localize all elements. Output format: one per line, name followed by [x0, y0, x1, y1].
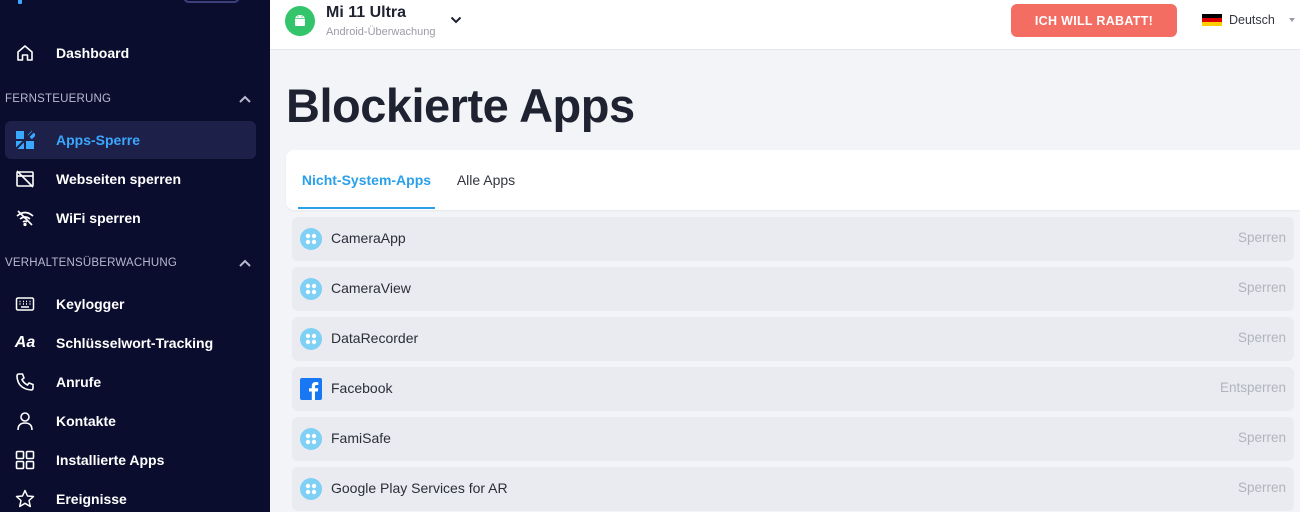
section-verhaltensueberwachung[interactable]: VERHALTENSÜBERWACHUNG — [5, 253, 255, 273]
sidebar-top-button[interactable] — [183, 0, 240, 3]
page-title: Blockierte Apps — [286, 79, 635, 132]
app-block-icon — [15, 130, 35, 150]
caret-down-icon — [1288, 18, 1295, 22]
star-icon — [15, 489, 35, 509]
sidebar: Dashboard FERNSTEUERUNG Apps-Sperre Webs… — [0, 0, 270, 512]
sidebar-item-label: Ereignisse — [56, 491, 127, 507]
grid-icon — [15, 450, 35, 470]
wifi-off-icon — [15, 208, 35, 228]
sidebar-item-webseiten-sperren[interactable]: Webseiten sperren — [5, 160, 256, 198]
sidebar-item-schluesselwort-tracking[interactable]: Aa Schlüsselwort-Tracking — [5, 324, 256, 362]
web-block-icon — [15, 169, 35, 189]
sidebar-item-label: Dashboard — [56, 45, 130, 61]
text-aa-icon: Aa — [14, 334, 36, 351]
sidebar-item-kontakte[interactable]: Kontakte — [5, 402, 256, 440]
android-icon — [285, 6, 315, 36]
app-row: CameraApp Sperren — [292, 217, 1294, 261]
phone-icon — [15, 372, 35, 392]
facebook-icon — [300, 378, 322, 400]
sidebar-item-ereignisse[interactable]: Ereignisse — [5, 480, 256, 512]
keyboard-icon — [15, 294, 35, 314]
entsperren-button[interactable]: Entsperren — [1220, 380, 1286, 395]
sperren-button[interactable]: Sperren — [1238, 230, 1286, 245]
app-row: CameraView Sperren — [292, 267, 1294, 311]
home-icon — [15, 43, 35, 63]
logo-mark — [18, 0, 22, 4]
sperren-button[interactable]: Sperren — [1238, 330, 1286, 345]
app-name: CameraApp — [331, 230, 406, 246]
sidebar-item-label: Keylogger — [56, 296, 125, 312]
generic-app-icon — [300, 478, 322, 500]
app-row: DataRecorder Sperren — [292, 317, 1294, 361]
sidebar-item-label: Schlüsselwort-Tracking — [56, 335, 214, 351]
sidebar-item-keylogger[interactable]: Keylogger — [5, 285, 256, 323]
sidebar-item-label: WiFi sperren — [56, 210, 141, 226]
tab-alle-apps[interactable]: Alle Apps — [446, 150, 526, 210]
section-label: VERHALTENSÜBERWACHUNG — [5, 257, 178, 269]
app-name: CameraView — [331, 280, 411, 296]
language-selector[interactable]: Deutsch — [1202, 10, 1295, 30]
device-name: Mi 11 Ultra — [326, 4, 407, 21]
section-label: FERNSTEUERUNG — [5, 93, 112, 105]
sidebar-item-wifi-sperren[interactable]: WiFi sperren — [5, 199, 256, 237]
active-tab-indicator — [298, 207, 435, 209]
german-flag-icon — [1202, 13, 1222, 27]
chevron-down-icon[interactable] — [446, 10, 466, 30]
app-name: FamiSafe — [331, 430, 391, 446]
sperren-button[interactable]: Sperren — [1238, 480, 1286, 495]
app-name: Google Play Services for AR — [331, 480, 508, 496]
sidebar-item-label: Webseiten sperren — [56, 171, 182, 187]
person-icon — [15, 411, 35, 431]
app-row: Facebook Entsperren — [292, 367, 1294, 411]
generic-app-icon — [300, 328, 322, 350]
device-subtitle: Android-Überwachung — [326, 26, 436, 38]
chevron-up-icon — [235, 89, 255, 109]
sperren-button[interactable]: Sperren — [1238, 430, 1286, 445]
tab-nicht-system-apps[interactable]: Nicht-System-Apps — [298, 150, 435, 210]
language-label: Deutsch — [1229, 13, 1275, 27]
sperren-button[interactable]: Sperren — [1238, 280, 1286, 295]
app-name: DataRecorder — [331, 330, 419, 346]
sidebar-item-anrufe[interactable]: Anrufe — [5, 363, 256, 401]
generic-app-icon — [300, 428, 322, 450]
sidebar-item-label: Installierte Apps — [56, 452, 165, 468]
sidebar-item-dashboard[interactable]: Dashboard — [5, 34, 256, 72]
generic-app-icon — [300, 228, 322, 250]
app-row: Google Play Services for AR Sperren — [292, 467, 1294, 511]
tabs-card: Nicht-System-Apps Alle Apps — [286, 150, 1300, 210]
sidebar-item-installierte-apps[interactable]: Installierte Apps — [5, 441, 256, 479]
chevron-up-icon — [235, 253, 255, 273]
sidebar-item-label: Apps-Sperre — [56, 132, 141, 148]
sidebar-item-label: Kontakte — [56, 413, 116, 429]
generic-app-icon — [300, 278, 322, 300]
section-fernsteuerung[interactable]: FERNSTEUERUNG — [5, 89, 255, 109]
sidebar-item-apps-sperre[interactable]: Apps-Sperre — [5, 121, 256, 159]
sidebar-item-label: Anrufe — [56, 374, 102, 390]
rebate-button[interactable]: ICH WILL RABATT! — [1011, 4, 1177, 37]
top-bar: Mi 11 Ultra Android-Überwachung ICH WILL… — [270, 0, 1300, 50]
app-row: FamiSafe Sperren — [292, 417, 1294, 461]
app-name: Facebook — [331, 380, 393, 396]
